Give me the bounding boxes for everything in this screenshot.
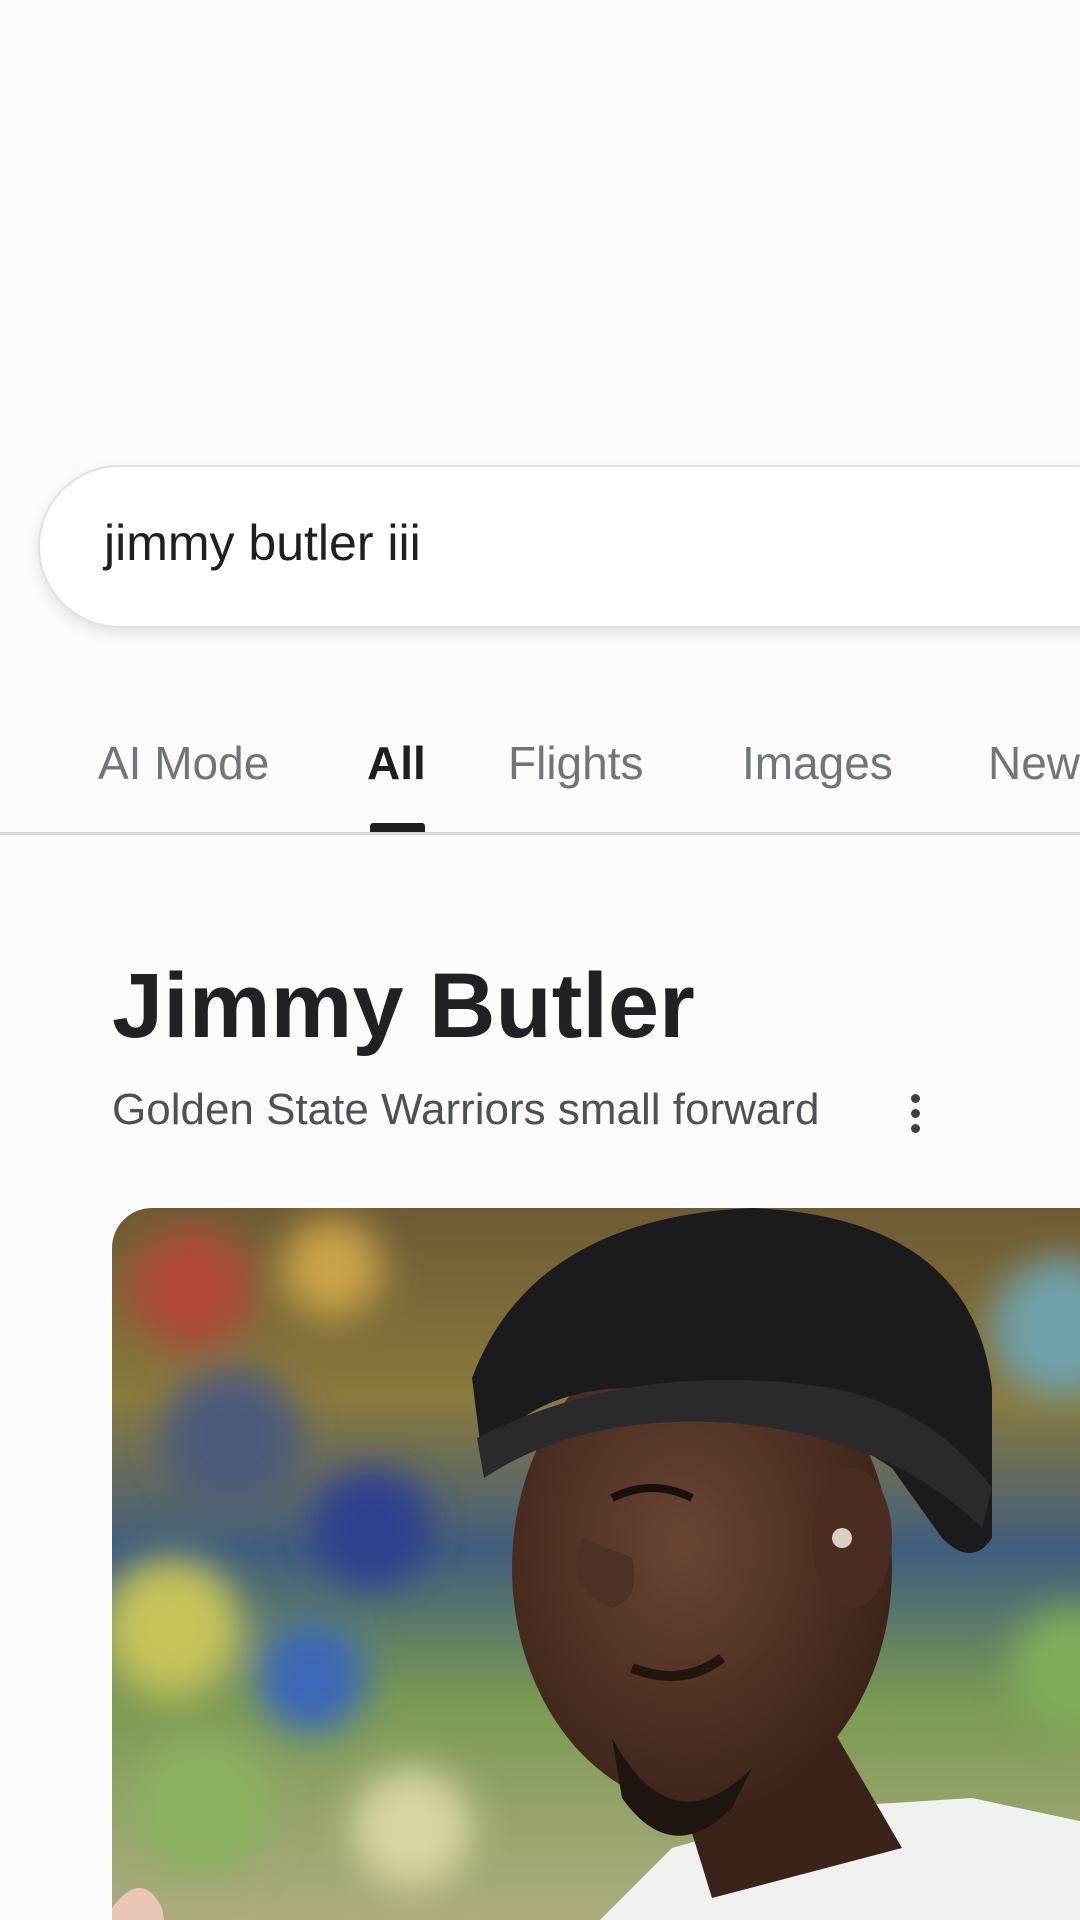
tab-news[interactable]: New bbox=[988, 740, 1080, 786]
tab-images[interactable]: Images bbox=[742, 740, 893, 786]
search-results-page: jimmy butler iii AI Mode All Flights Ima… bbox=[0, 0, 1080, 1920]
search-tabs: AI Mode All Flights Images New bbox=[0, 700, 1080, 835]
entity-title: Jimmy Butler bbox=[112, 955, 695, 1057]
search-input[interactable]: jimmy butler iii bbox=[104, 513, 421, 573]
entity-subtitle: Golden State Warriors small forward bbox=[112, 1085, 820, 1134]
tab-all[interactable]: All bbox=[367, 740, 426, 786]
more-dot bbox=[911, 1094, 920, 1103]
search-bar[interactable]: jimmy butler iii bbox=[38, 465, 1080, 628]
entity-photo-image bbox=[112, 1208, 1080, 1920]
tab-ai-mode[interactable]: AI Mode bbox=[98, 740, 269, 786]
more-dot bbox=[911, 1109, 920, 1118]
more-dot bbox=[911, 1124, 920, 1133]
entity-photo[interactable] bbox=[112, 1208, 1080, 1920]
tab-flights[interactable]: Flights bbox=[508, 740, 643, 786]
active-tab-indicator bbox=[370, 823, 425, 832]
top-blank-area bbox=[0, 0, 1080, 440]
tabs-divider bbox=[0, 832, 1080, 835]
more-vert-icon[interactable] bbox=[895, 1088, 935, 1138]
